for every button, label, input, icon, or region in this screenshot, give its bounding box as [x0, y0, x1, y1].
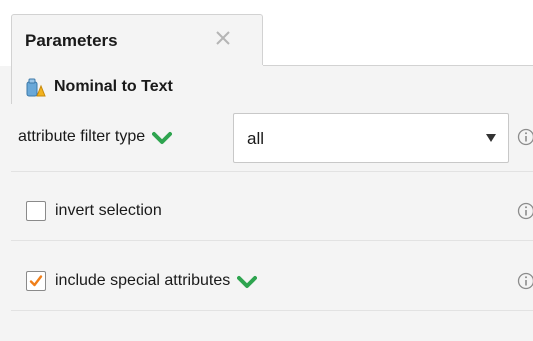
invert-selection-checkbox[interactable] [26, 201, 46, 221]
info-icon[interactable] [517, 202, 533, 220]
info-icon[interactable] [517, 128, 533, 146]
attribute-filter-type-select[interactable]: all [233, 113, 509, 163]
include-special-attributes-checkbox[interactable] [26, 271, 46, 291]
invert-selection-text: invert selection [55, 202, 162, 219]
chevron-down-icon[interactable] [486, 134, 496, 142]
info-icon[interactable] [517, 272, 533, 290]
check-icon [152, 129, 173, 145]
tab-parameters[interactable]: Parameters [11, 14, 263, 66]
operator-name: Nominal to Text [54, 78, 173, 95]
include-special-attributes-text: include special attributes [55, 272, 231, 289]
panel-divider [263, 65, 533, 66]
tab-title: Parameters [25, 31, 118, 50]
include-special-attributes-label: include special attributes [55, 272, 258, 290]
attribute-filter-type-text: attribute filter type [18, 128, 146, 145]
close-icon[interactable] [212, 27, 234, 49]
row-divider [11, 171, 533, 172]
row-divider [11, 240, 533, 241]
attribute-filter-type-value: all [247, 129, 265, 148]
row-divider [11, 310, 533, 311]
tab-bar: Parameters [0, 14, 533, 66]
check-icon [237, 273, 258, 289]
invert-selection-label: invert selection [55, 202, 162, 220]
operator-icon [24, 75, 48, 99]
attribute-filter-type-label: attribute filter type [18, 128, 173, 146]
top-gap [0, 0, 533, 14]
operator-header: Nominal to Text [24, 71, 173, 103]
